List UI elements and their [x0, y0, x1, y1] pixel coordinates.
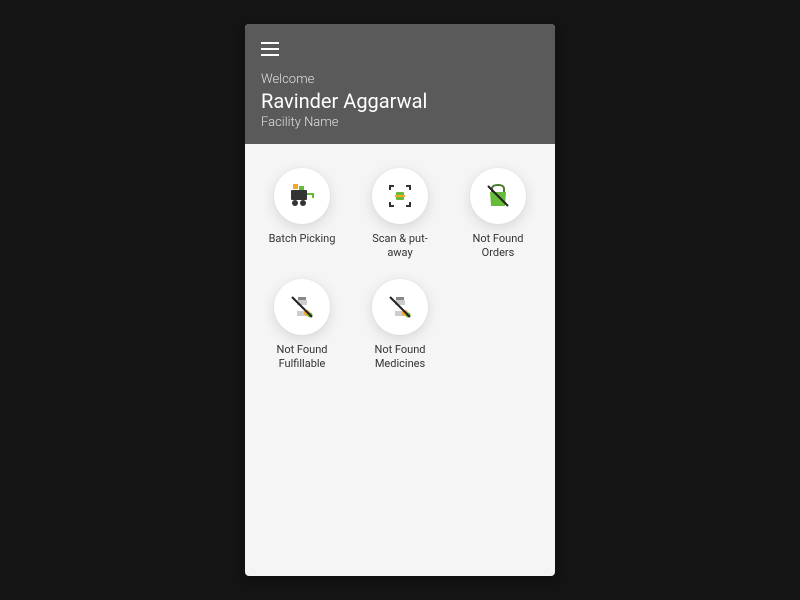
tile-not-found-orders[interactable]: Not Found Orders — [451, 168, 545, 261]
tiles-grid: Batch Picking Scan & put-away — [255, 168, 545, 371]
tile-label: Scan & put-away — [360, 232, 440, 261]
cart-icon — [274, 168, 330, 224]
tile-label: Batch Picking — [269, 232, 336, 246]
tile-batch-picking[interactable]: Batch Picking — [255, 168, 349, 261]
menu-button[interactable] — [261, 42, 279, 56]
bag-slash-icon — [470, 168, 526, 224]
content-area: Batch Picking Scan & put-away — [245, 144, 555, 576]
welcome-label: Welcome — [261, 72, 539, 87]
bottle-slash-icon — [274, 279, 330, 335]
scan-icon — [372, 168, 428, 224]
facility-name: Facility Name — [261, 115, 539, 130]
app-screen: Welcome Ravinder Aggarwal Facility Name … — [245, 24, 555, 576]
tile-label: Not FoundFulfillable — [276, 343, 327, 372]
tile-label: Not Found Orders — [458, 232, 538, 261]
tile-not-found-medicines[interactable]: Not FoundMedicines — [353, 279, 447, 372]
header: Welcome Ravinder Aggarwal Facility Name — [245, 24, 555, 144]
tile-label: Not FoundMedicines — [374, 343, 425, 372]
tile-not-found-fulfillable[interactable]: Not FoundFulfillable — [255, 279, 349, 372]
tile-scan-put-away[interactable]: Scan & put-away — [353, 168, 447, 261]
user-name: Ravinder Aggarwal — [261, 89, 539, 113]
bottle-slash-icon — [372, 279, 428, 335]
